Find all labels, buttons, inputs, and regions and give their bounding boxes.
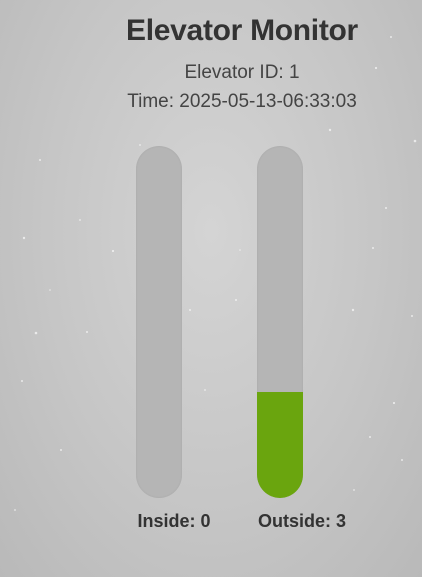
inside-gauge — [136, 146, 182, 498]
elevator-id-text: Elevator ID: 1 — [184, 62, 300, 83]
inside-count-label: Inside: 0 — [137, 511, 211, 531]
outside-count-label: Outside: 3 — [257, 511, 347, 531]
starfield-background — [14, 36, 417, 522]
timestamp-text: Time: 2025-05-13-06:33:03 — [127, 91, 357, 112]
page-title: Elevator Monitor — [126, 14, 358, 47]
outside-gauge — [257, 146, 303, 498]
outside-gauge-fill — [257, 392, 303, 498]
